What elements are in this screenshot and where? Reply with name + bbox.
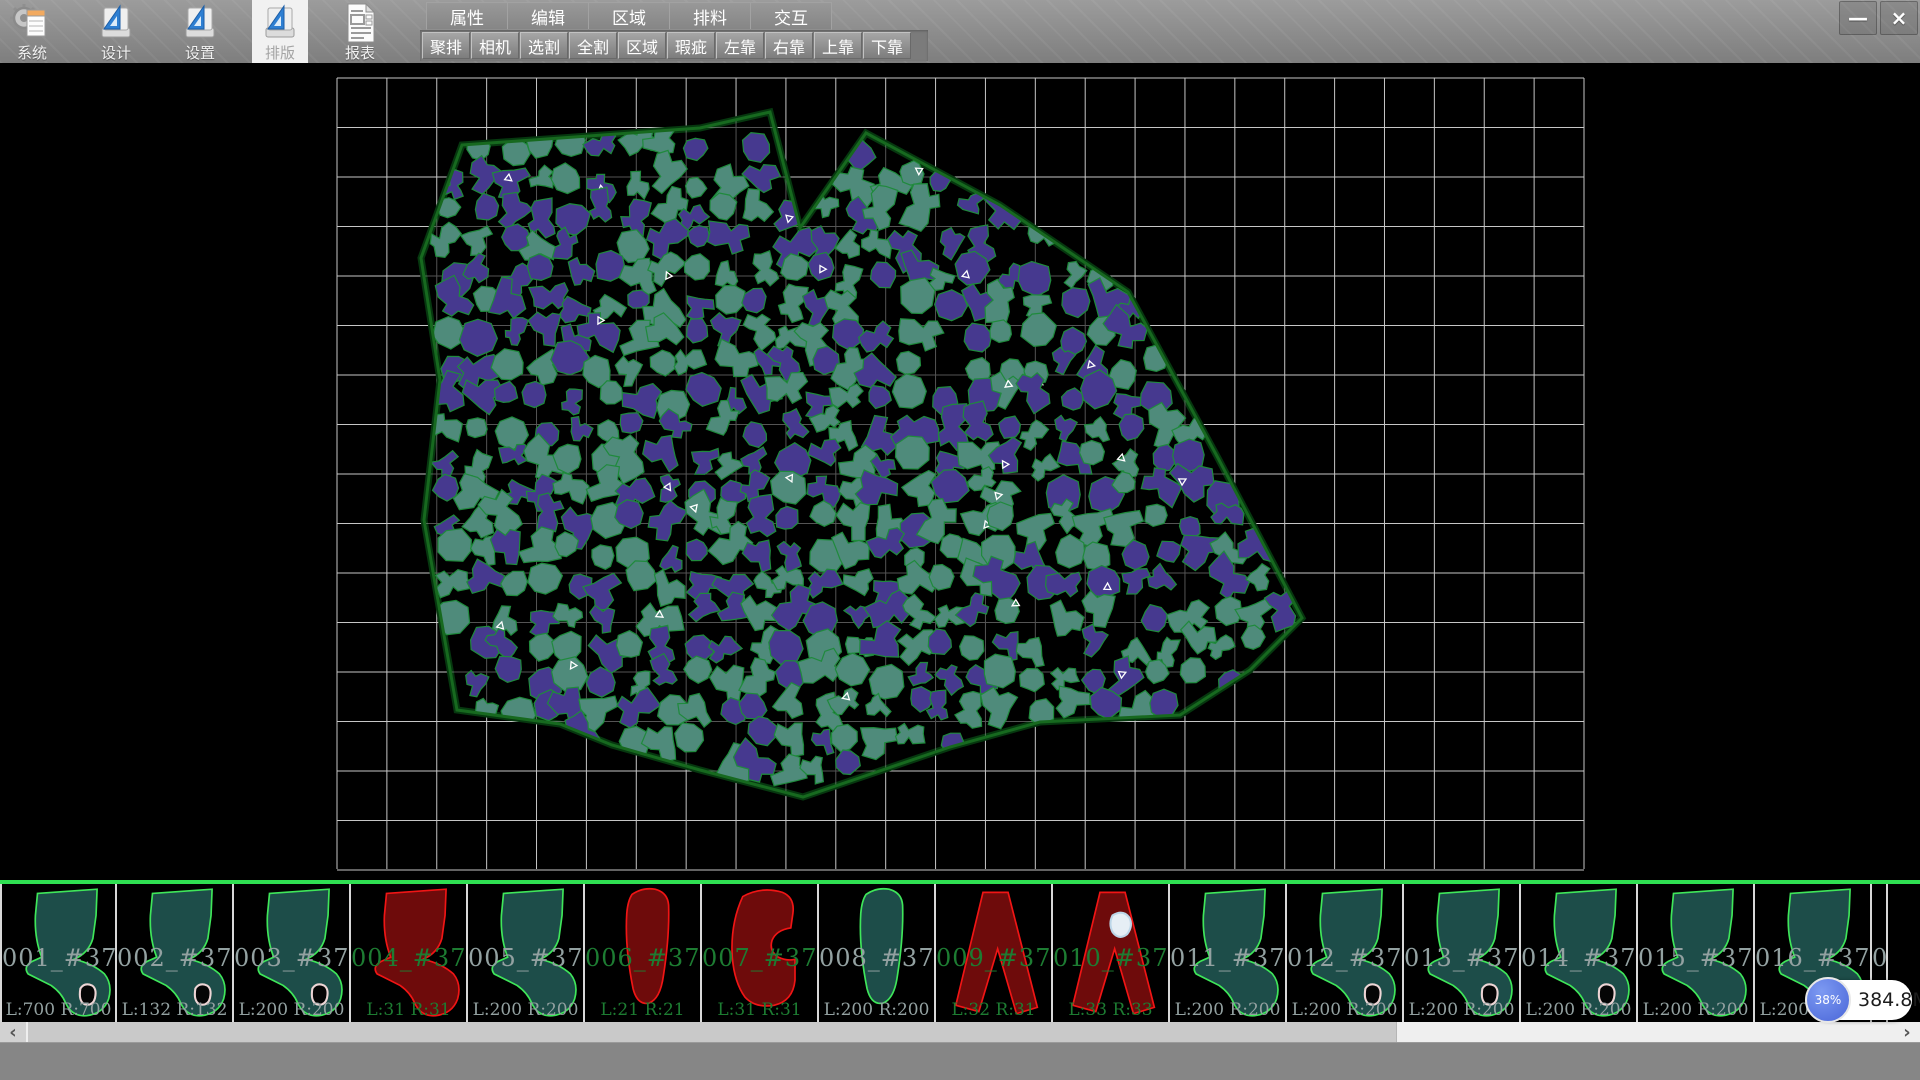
part-name-label: 016_#37 xyxy=(1755,944,1870,972)
nesting-canvas[interactable] xyxy=(0,63,1920,880)
part-name-label: 003_#37 xyxy=(234,944,349,972)
part-thumbnail-12[interactable]: 012_#37 L:200 R:200 xyxy=(1287,884,1404,1022)
part-lr-label: L:200 R:200 xyxy=(1287,1000,1402,1020)
part-lr-label: L:132 R:132 xyxy=(117,1000,232,1020)
main-button-label: 设置 xyxy=(185,44,215,62)
tool-button-3[interactable]: 全割 xyxy=(569,32,617,59)
tool-button-1[interactable]: 相机 xyxy=(471,32,519,59)
report-icon xyxy=(338,2,382,44)
part-lr-label: L:200 R:200 xyxy=(819,1000,934,1020)
tool-button-6[interactable]: 左靠 xyxy=(716,32,764,59)
part-lr-label: L:200 R:200 xyxy=(468,1000,583,1020)
set-square-icon xyxy=(178,2,222,44)
part-lr-label: L:33 R:33 xyxy=(1053,1000,1168,1020)
part-thumbnail-9[interactable]: 009_#37 L:32 R:31 xyxy=(936,884,1053,1022)
part-thumbnail-8[interactable]: 008_#37 L:200 R:200 xyxy=(819,884,936,1022)
main-button-settings[interactable]: 设置 xyxy=(172,0,228,63)
tool-button-5[interactable]: 瑕疵 xyxy=(667,32,715,59)
tool-button-row: 聚排相机选割全割区域瑕疵左靠右靠上靠下靠 xyxy=(420,30,928,61)
part-lr-label: L:200 R:200 xyxy=(1404,1000,1519,1020)
part-name-label: 002_#37 xyxy=(117,944,232,972)
part-thumbnail-3[interactable]: 003_#37 L:200 R:200 xyxy=(234,884,351,1022)
main-button-nesting[interactable]: 排版 xyxy=(252,0,308,63)
main-button-report[interactable]: 报表 xyxy=(332,0,388,63)
part-thumbnail-7[interactable]: 007_#37 L:31 R:31 xyxy=(702,884,819,1022)
part-lr-label: L:200 R:200 xyxy=(1521,1000,1636,1020)
part-name-label: 012_#37 xyxy=(1287,944,1402,972)
main-button-system[interactable]: 系统 xyxy=(4,0,60,63)
minimize-button[interactable]: — xyxy=(1839,1,1877,35)
part-thumbnail-13[interactable]: 013_#37 L:200 R:200 xyxy=(1404,884,1521,1022)
nesting-drawing xyxy=(0,63,1920,880)
part-name-label: 014_#37 xyxy=(1521,944,1636,972)
memory-usage-label: 384.8M xyxy=(1858,989,1920,1011)
parts-strip: 001_#37L:700 R:700002_#37L:132 R:132003_… xyxy=(0,880,1920,1022)
part-name-label: 001_#37 xyxy=(2,944,115,972)
menu-tab-3[interactable]: 排料 xyxy=(670,3,751,29)
part-lr-label: L:31 R:31 xyxy=(351,1000,466,1020)
status-footer xyxy=(0,1042,1920,1080)
menu-tab-2[interactable]: 区域 xyxy=(589,3,670,29)
part-lr-label: L:700 R:700 xyxy=(2,1000,115,1020)
system-gear-icon xyxy=(10,2,54,44)
tool-button-0[interactable]: 聚排 xyxy=(422,32,470,59)
tool-button-9[interactable]: 下靠 xyxy=(863,32,911,59)
nesting-app-window: 系统设计设置排版报表 属性编辑区域排料交互 聚排相机选割全割区域瑕疵左靠右靠上靠… xyxy=(0,0,1920,1080)
main-button-label: 报表 xyxy=(345,44,375,62)
status-pill: 38% 384.8M xyxy=(1808,980,1912,1020)
set-square-icon xyxy=(94,2,138,44)
part-lr-label: L:32 R:31 xyxy=(936,1000,1051,1020)
part-name-label: 008_#37 xyxy=(819,944,934,972)
tool-button-4[interactable]: 区域 xyxy=(618,32,666,59)
part-name-label: 0 xyxy=(1872,944,1886,972)
part-name-label: 007_#37 xyxy=(702,944,817,972)
menu-tab-1[interactable]: 编辑 xyxy=(508,3,589,29)
main-button-design[interactable]: 设计 xyxy=(88,0,144,63)
part-thumbnail-4[interactable]: 004_#37 L:31 R:31 xyxy=(351,884,468,1022)
tool-button-2[interactable]: 选割 xyxy=(520,32,568,59)
horizontal-scrollbar[interactable]: ‹ › xyxy=(0,1022,1920,1042)
progress-badge: 38% xyxy=(1805,977,1851,1023)
menu-tab-0[interactable]: 属性 xyxy=(427,3,508,29)
part-lr-label: L:21 R:21 xyxy=(585,1000,700,1020)
window-controls: — × xyxy=(1839,1,1918,35)
toolbar: 系统设计设置排版报表 属性编辑区域排料交互 聚排相机选割全割区域瑕疵左靠右靠上靠… xyxy=(0,0,1920,63)
part-thumbnail-14[interactable]: 014_#37 L:200 R:200 xyxy=(1521,884,1638,1022)
scrollbar-thumb[interactable] xyxy=(28,1022,1397,1042)
menu-tab-4[interactable]: 交互 xyxy=(751,3,831,29)
part-thumbnail-1[interactable]: 001_#37 L:700 R:700 xyxy=(0,884,117,1022)
part-lr-label: L:200 R:200 xyxy=(1170,1000,1285,1020)
part-thumbnail-5[interactable]: 005_#37 L:200 R:200 xyxy=(468,884,585,1022)
part-lr-label: L:31 R:31 xyxy=(702,1000,817,1020)
set-square-icon xyxy=(258,2,302,44)
part-name-label: 015_#37 xyxy=(1638,944,1753,972)
part-name-label: 010_#37 xyxy=(1053,944,1168,972)
menu-tab-bar: 属性编辑区域排料交互 xyxy=(426,2,832,30)
main-button-label: 设计 xyxy=(101,44,131,62)
part-name-label: 011_#37 xyxy=(1170,944,1285,972)
part-thumbnail-15[interactable]: 015_#37 L:200 R:200 xyxy=(1638,884,1755,1022)
close-button[interactable]: × xyxy=(1880,1,1918,35)
tool-button-7[interactable]: 右靠 xyxy=(765,32,813,59)
part-name-label: 013_#37 xyxy=(1404,944,1519,972)
main-button-label: 排版 xyxy=(265,44,295,62)
part-name-label: 004_#37 xyxy=(351,944,466,972)
part-lr-label: L:200 R:200 xyxy=(234,1000,349,1020)
scroll-right-arrow-icon[interactable]: › xyxy=(1894,1022,1920,1042)
part-lr-label: L:200 R:200 xyxy=(1638,1000,1753,1020)
part-name-label: 005_#37 xyxy=(468,944,583,972)
tool-button-8[interactable]: 上靠 xyxy=(814,32,862,59)
part-thumbnail-2[interactable]: 002_#37 L:132 R:132 xyxy=(117,884,234,1022)
part-name-label: 009_#37 xyxy=(936,944,1051,972)
scroll-left-arrow-icon[interactable]: ‹ xyxy=(0,1022,26,1042)
part-thumbnail-6[interactable]: 006_#37 L:21 R:21 xyxy=(585,884,702,1022)
part-thumbnail-11[interactable]: 011_#37 L:200 R:200 xyxy=(1170,884,1287,1022)
part-name-label: 006_#37 xyxy=(585,944,700,972)
part-thumbnail-10[interactable]: 010_#37 L:33 R:33 xyxy=(1053,884,1170,1022)
main-button-label: 系统 xyxy=(17,44,47,62)
